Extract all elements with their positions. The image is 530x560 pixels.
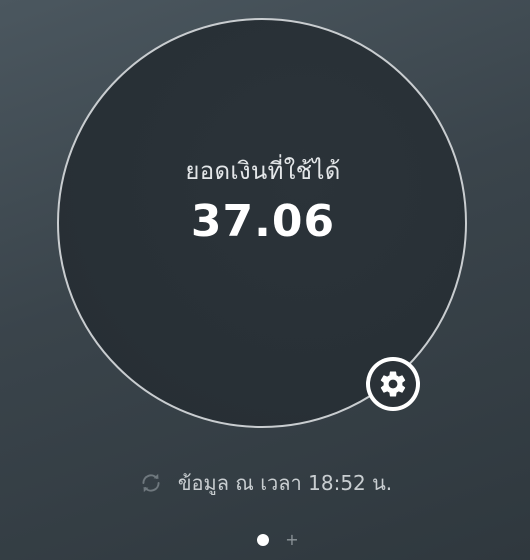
balance-amount: 37.06 (190, 196, 336, 247)
page-indicator: + (0, 532, 530, 548)
add-page-button[interactable]: + (285, 532, 298, 548)
page-dot-active[interactable] (257, 534, 270, 546)
refresh-icon[interactable] (138, 470, 164, 496)
settings-button-face (370, 361, 416, 407)
gear-icon (380, 371, 406, 397)
settings-button[interactable] (366, 357, 420, 411)
balance-label: ยอดเงินที่ใช้ได้ (185, 157, 341, 185)
update-timestamp: ข้อมูล ณ เวลา 18:52 น. (177, 471, 393, 495)
update-status-row: ข้อมูล ณ เวลา 18:52 น. (0, 467, 530, 499)
